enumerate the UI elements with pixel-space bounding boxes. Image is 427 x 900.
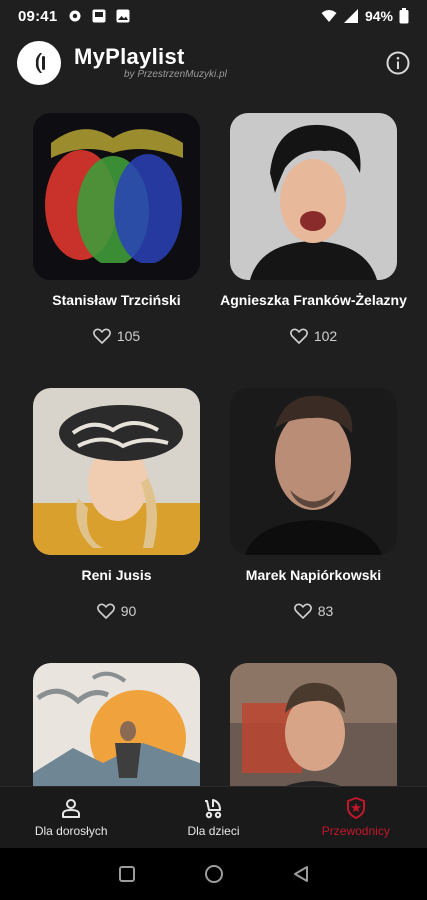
app-subtitle: by PrzestrzenMuzyki.pl <box>124 69 227 80</box>
bottom-navigation: Dla dorosłych Dla dzieci Przewodnicy <box>0 786 427 848</box>
likes-count: 90 <box>120 603 137 619</box>
artist-name: Stanisław Trzciński <box>52 292 181 308</box>
artist-grid: Stanisław Trzciński 105 Agnieszka Frankó… <box>0 94 427 786</box>
image-icon <box>116 9 130 23</box>
heart-icon <box>289 328 308 344</box>
battery-icon <box>399 8 409 24</box>
nav-tab-guides[interactable]: Przewodnicy <box>285 787 427 848</box>
app-bar: MyPlaylist by PrzestrzenMuzyki.pl <box>0 32 427 94</box>
system-navigation-bar <box>0 848 427 900</box>
heart-icon <box>92 328 111 344</box>
artist-photo <box>33 113 200 280</box>
badge-star-icon <box>346 797 365 819</box>
likes-count: 83 <box>317 603 334 619</box>
nav-label-adults: Dla dorosłych <box>34 824 108 838</box>
artist-photo <box>33 388 200 555</box>
heart-icon <box>96 603 115 619</box>
nav-label-guides: Przewodnicy <box>321 824 390 838</box>
artist-card[interactable]: Reni Jusis 90 <box>18 388 215 619</box>
likes-count: 105 <box>116 328 141 344</box>
nav-tab-adults[interactable]: Dla dorosłych <box>0 787 142 848</box>
artist-card[interactable] <box>215 663 412 786</box>
artist-name: Marek Napiórkowski <box>245 567 382 583</box>
artist-photo <box>33 663 200 786</box>
heart-icon <box>293 603 312 619</box>
notification-box-icon <box>92 9 106 23</box>
likes-counter[interactable]: 105 <box>18 328 215 344</box>
artist-card[interactable]: Marek Napiórkowski 83 <box>215 388 412 619</box>
artist-card[interactable]: Agnieszka Franków-Żelazny 102 <box>215 113 412 344</box>
nav-label-kids: Dla dzieci <box>187 824 240 838</box>
artist-photo <box>230 113 397 280</box>
artist-card[interactable] <box>18 663 215 786</box>
cell-signal-icon <box>343 9 358 23</box>
person-icon <box>62 799 81 818</box>
artist-name: Agnieszka Franków-Żelazny <box>220 292 407 308</box>
status-bar: 09:41 94% <box>0 0 427 32</box>
recents-square-icon[interactable] <box>118 865 136 883</box>
likes-count: 102 <box>313 328 338 344</box>
artist-name: Reni Jusis <box>81 567 152 583</box>
battery-percent: 94% <box>364 8 393 24</box>
wifi-icon <box>321 10 337 22</box>
info-icon[interactable] <box>385 50 411 76</box>
app-logo <box>17 41 61 85</box>
likes-counter[interactable]: 83 <box>215 603 412 619</box>
artist-card[interactable]: Stanisław Trzciński 105 <box>18 113 215 344</box>
back-triangle-icon[interactable] <box>292 865 310 883</box>
settings-gear-icon <box>69 10 81 22</box>
stroller-icon <box>205 799 222 819</box>
likes-counter[interactable]: 90 <box>18 603 215 619</box>
artist-photo <box>230 663 397 786</box>
music-note-logo-icon <box>35 53 45 73</box>
home-circle-icon[interactable] <box>204 864 224 884</box>
artist-photo <box>230 388 397 555</box>
app-title: MyPlaylist <box>74 44 185 69</box>
nav-tab-kids[interactable]: Dla dzieci <box>142 787 284 848</box>
status-time: 09:41 <box>18 7 58 25</box>
likes-counter[interactable]: 102 <box>215 328 412 344</box>
